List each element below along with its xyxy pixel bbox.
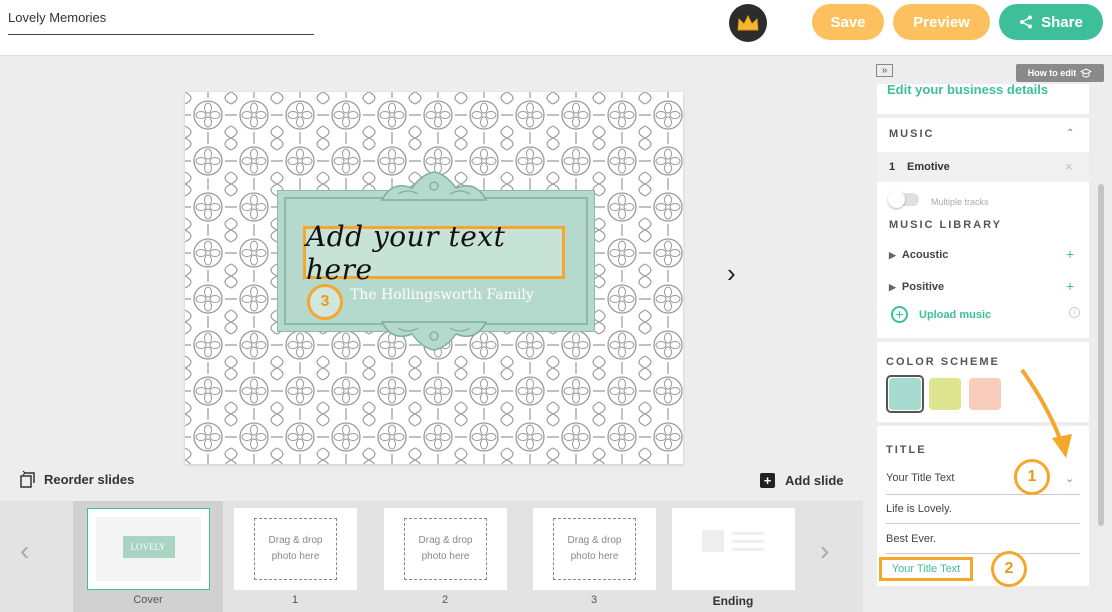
filmstrip-next-arrow[interactable]: › [820, 535, 829, 567]
divider [886, 494, 1080, 495]
plus-icon: + [760, 473, 775, 488]
add-positive-icon[interactable]: + [1066, 278, 1074, 294]
top-bar: Lovely Memories Save Preview Share [0, 0, 1112, 56]
annotation-arrow [1020, 368, 1072, 458]
drop-zone-3[interactable]: Drag & drop photo here [553, 518, 636, 580]
library-item-label: Acoustic [901, 249, 949, 261]
slide-title-text: Add your text here [306, 219, 506, 286]
filmstrip-item-1[interactable]: Drag & drop photo here 1 [220, 501, 370, 612]
divider [886, 553, 1080, 554]
title-option-1[interactable]: Life is Lovely. [886, 497, 1080, 521]
add-slide-label: Add slide [785, 473, 844, 488]
crown-icon [737, 14, 759, 31]
collapse-panel-icon[interactable]: » [876, 64, 893, 77]
drop-zone-1[interactable]: Drag & drop photo here [254, 518, 337, 580]
filmstrip-item-cover[interactable]: LOVELY Cover [73, 501, 223, 612]
track-number: 1 [889, 161, 896, 173]
library-item-label: Positive [901, 281, 945, 293]
cover-thumbnail[interactable]: LOVELY [87, 508, 210, 590]
cover-thumbnail-text: LOVELY [130, 542, 166, 552]
reorder-icon [20, 470, 35, 488]
color-swatch-mint[interactable] [889, 378, 921, 410]
project-name-input[interactable]: Lovely Memories [8, 6, 314, 35]
title-option-3[interactable]: Your Title Text [879, 557, 973, 581]
ending-label: Ending [712, 594, 754, 608]
ending-thumbnail[interactable] [672, 508, 795, 590]
slide-1-thumbnail[interactable]: Drag & drop photo here [234, 508, 357, 590]
panel-scrollbar[interactable] [1098, 184, 1104, 526]
how-to-edit-label: How to edit [1027, 68, 1077, 78]
slide-2-label: 2 [441, 594, 449, 606]
frame-top-ornament [380, 171, 488, 201]
filmstrip-item-3[interactable]: Drag & drop photo here 3 [519, 501, 669, 612]
slide-2-thumbnail[interactable]: Drag & drop photo here [384, 508, 507, 590]
slide-title-textbox[interactable]: Add your text here [303, 220, 565, 286]
step-2-badge: 2 [991, 551, 1027, 587]
color-swatch-peach[interactable] [969, 378, 1001, 410]
track-name: Emotive [907, 161, 950, 173]
upload-plus-icon[interactable]: + [891, 306, 908, 323]
step-3-badge: 3 [307, 284, 343, 320]
title-section-title: TITLE [886, 444, 927, 456]
slide-subtitle-text[interactable]: The Hollingsworth Family [350, 287, 534, 303]
filmstrip-prev-arrow[interactable]: ‹ [20, 535, 29, 567]
cover-thumbnail-image: LOVELY [96, 517, 201, 581]
step-1-badge: 1 [1014, 459, 1050, 495]
graduation-cap-icon [1080, 68, 1093, 78]
reorder-slides-button[interactable]: Reorder slides [20, 470, 134, 488]
next-slide-arrow[interactable]: › [727, 258, 736, 289]
add-slide-button[interactable]: + Add slide [760, 473, 844, 488]
music-section-title: MUSIC [889, 128, 935, 140]
multiple-tracks-toggle[interactable] [888, 191, 919, 208]
frame-bottom-ornament [380, 321, 488, 351]
play-triangle-icon: ▶ [889, 282, 896, 292]
chevron-down-icon[interactable]: ⌄ [1065, 472, 1074, 485]
slide-3-label: 3 [590, 594, 598, 606]
edit-business-link[interactable]: Edit your business details [887, 84, 1048, 97]
slide-3-thumbnail[interactable]: Drag & drop photo here [533, 508, 656, 590]
info-icon[interactable]: i [1069, 307, 1080, 318]
play-triangle-icon: ▶ [889, 250, 896, 260]
preview-button[interactable]: Preview [893, 4, 990, 40]
premium-crown-button[interactable] [729, 4, 767, 42]
share-icon [1020, 15, 1033, 29]
ending-thumbnail-image [702, 530, 764, 552]
add-acoustic-icon[interactable]: + [1066, 246, 1074, 262]
reorder-slides-label: Reorder slides [44, 471, 135, 487]
multiple-tracks-label: Multiple tracks [931, 197, 989, 207]
chevron-up-icon[interactable]: ⌃ [1066, 128, 1074, 139]
remove-track-icon[interactable]: × [1065, 159, 1073, 174]
filmstrip-item-ending[interactable]: Ending [658, 501, 808, 612]
title-dropdown-value: Your Title Text [886, 472, 955, 484]
upload-music-link[interactable]: Upload music [919, 309, 991, 321]
toggle-knob [888, 191, 905, 208]
title-option-2[interactable]: Best Ever. [886, 527, 1080, 551]
drop-zone-2[interactable]: Drag & drop photo here [404, 518, 487, 580]
share-button[interactable]: Share [999, 4, 1103, 40]
edit-business-card: Edit your business details [877, 84, 1089, 114]
share-label: Share [1041, 13, 1083, 31]
slide-1-label: 1 [291, 594, 299, 606]
divider [886, 523, 1080, 524]
filmstrip-item-2[interactable]: Drag & drop photo here 2 [370, 501, 520, 612]
color-swatch-lime[interactable] [929, 378, 961, 410]
title-dropdown[interactable]: Your Title Text [886, 466, 1080, 490]
cover-label: Cover [133, 594, 163, 606]
save-button[interactable]: Save [812, 4, 884, 40]
color-scheme-title: COLOR SCHEME [886, 356, 1000, 368]
how-to-edit-button[interactable]: How to edit [1016, 64, 1104, 82]
music-library-title: MUSIC LIBRARY [889, 219, 1002, 231]
